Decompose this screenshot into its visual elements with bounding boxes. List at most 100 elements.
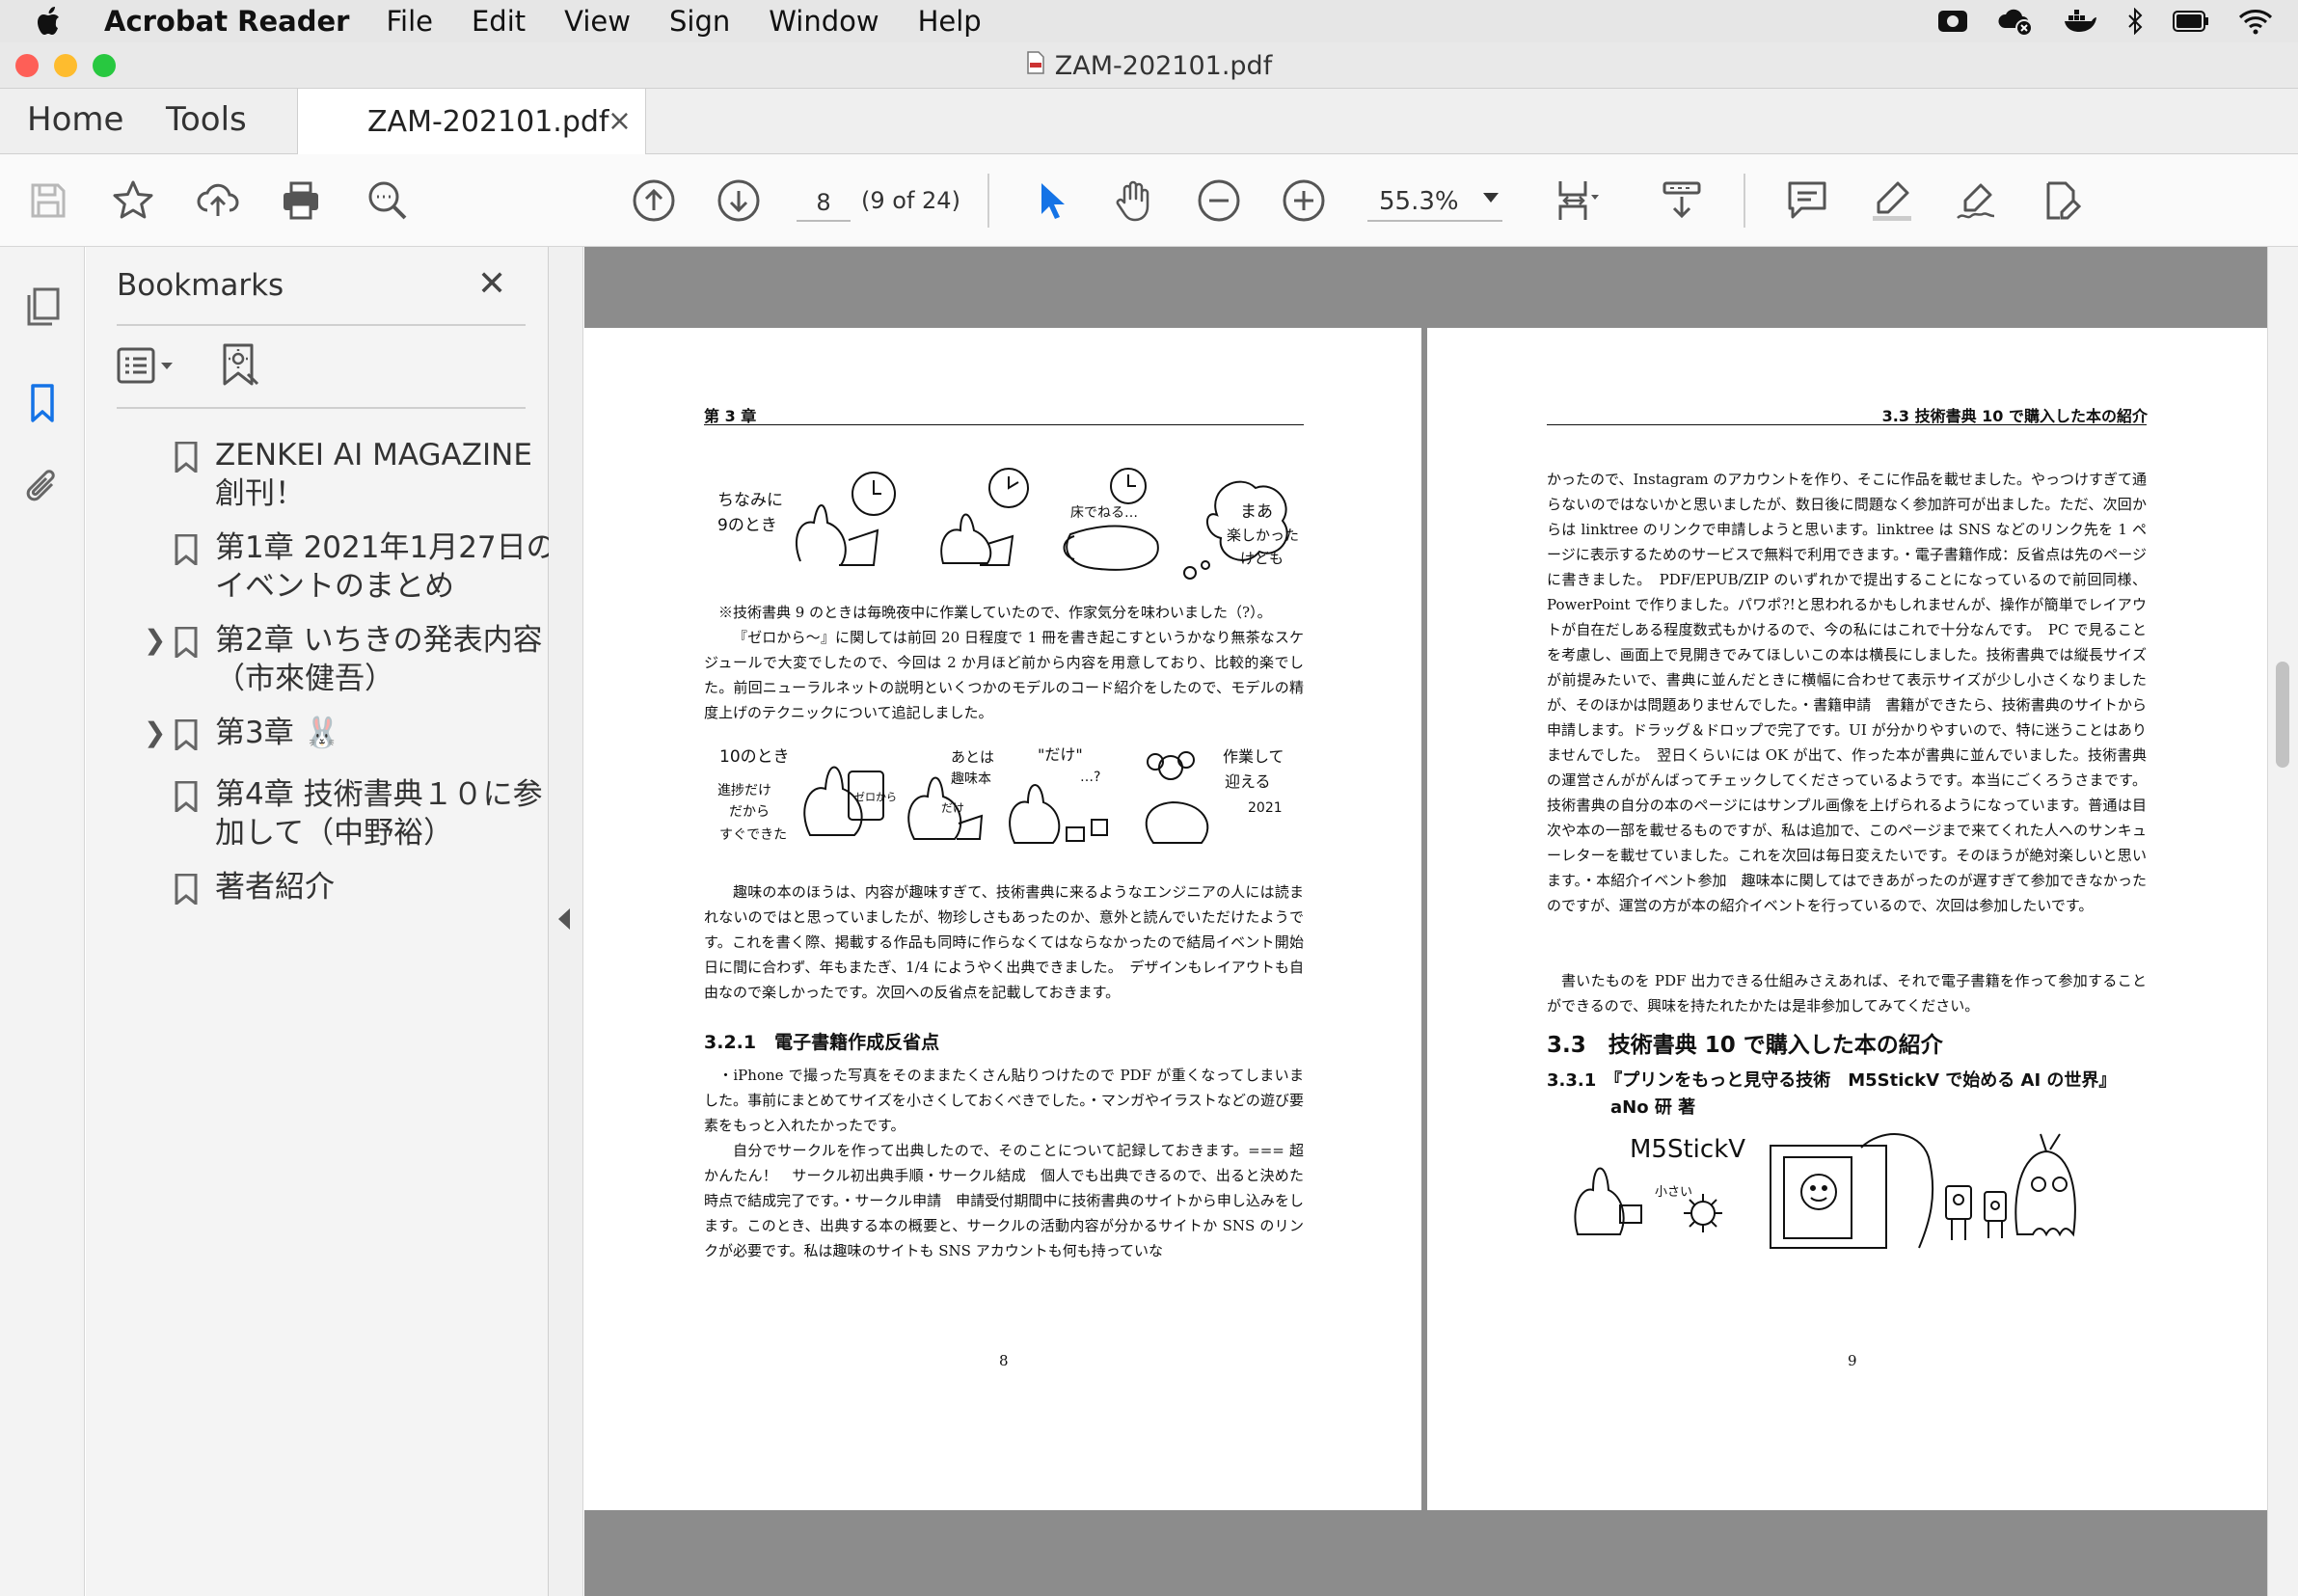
bookmark-flag-icon — [175, 781, 198, 812]
tab-home[interactable]: Home — [27, 100, 123, 139]
panel-splitter[interactable] — [549, 247, 583, 1596]
wifi-status-icon[interactable] — [2238, 8, 2273, 35]
doodle-text: 床でねる… — [1070, 505, 1138, 521]
bookmark-label: 第3章 🐰 — [215, 716, 341, 750]
bookmark-label: 第1章 2021年1月27日のイベントのまとめ — [215, 530, 556, 604]
bookmark-item[interactable]: 著者紹介 — [144, 868, 568, 910]
menu-window[interactable]: Window — [769, 5, 879, 38]
scroll-mode-icon[interactable] — [1657, 176, 1707, 226]
bookmark-label: 第2章 いちきの発表内容（市來健吾） — [215, 623, 543, 696]
running-header: 第 3 章 — [704, 407, 757, 425]
page-fit-icon[interactable] — [1553, 176, 1603, 226]
vertical-scrollbar[interactable] — [2267, 247, 2298, 1596]
document-viewport[interactable]: 第 3 章 ちなみに 9のとき 床でねる… まあ 楽しかった けども ※技術書典… — [584, 247, 2267, 1596]
doodle-text: だけ — [941, 801, 964, 815]
star-icon[interactable] — [108, 176, 158, 226]
toolbar: 8 (9 of 24) 55.3% — [0, 154, 2298, 247]
app-menu[interactable]: Acrobat Reader — [104, 5, 349, 38]
bookmark-panel-icon[interactable] — [21, 382, 64, 424]
page-number: 8 — [999, 1352, 1009, 1369]
doodle-text: 小さい — [1655, 1185, 1692, 1200]
apple-icon[interactable] — [21, 0, 79, 42]
bookmark-label: 第4章 技術書典１０に参加して（中野裕） — [215, 777, 543, 851]
bookmark-label: 著者紹介 — [215, 870, 335, 905]
macos-menubar: Acrobat Reader File Edit View Sign Windo… — [0, 0, 2298, 42]
close-tab-icon[interactable]: × — [608, 104, 632, 138]
save-icon[interactable] — [23, 176, 73, 226]
bookmark-options-icon[interactable] — [117, 343, 184, 392]
doodle-text: M5StickV — [1630, 1135, 1745, 1164]
menu-help[interactable]: Help — [918, 5, 982, 38]
zoom-out-icon[interactable] — [1194, 176, 1244, 226]
subsection-author: aNo 研 著 — [1610, 1097, 1696, 1118]
camera-status-icon[interactable] — [1937, 8, 1968, 35]
print-icon[interactable] — [276, 176, 326, 226]
left-rail — [0, 247, 85, 1596]
bookmarks-panel: Bookmarks ✕ ZENKEI AI MAGAZINE 創刊！ 第1章 2… — [86, 247, 556, 1596]
doodle-text: 楽しかった — [1227, 527, 1299, 544]
header-rule — [704, 424, 1304, 425]
scrollbar-thumb[interactable] — [2276, 662, 2289, 768]
tab-bar: Home Tools ZAM-202101.pdf × — [0, 89, 2298, 155]
page-up-icon[interactable] — [629, 176, 679, 226]
bookmark-item[interactable]: ❯ 第3章 🐰 — [144, 714, 568, 756]
doodle-text: けども — [1240, 550, 1284, 567]
sign-icon[interactable] — [1952, 176, 2002, 226]
menu-view[interactable]: View — [564, 5, 631, 38]
zoom-level-select[interactable]: 55.3% — [1367, 181, 1502, 222]
body-paragraph: ※技術書典 9 のときは毎晩夜中に作業していたので、作家気分を味わいました（?）… — [718, 604, 1272, 621]
tab-document-label: ZAM-202101.pdf — [367, 105, 609, 139]
subsection-heading: 3.3.1 『プリンをもっと見守る技術 M5StickV で始める AI の世界… — [1547, 1070, 2117, 1091]
close-icon[interactable]: ✕ — [477, 264, 506, 304]
hand-icon[interactable] — [1109, 176, 1159, 226]
upload-icon[interactable] — [193, 176, 243, 226]
bookmarks-title: Bookmarks — [117, 268, 284, 303]
bluetooth-status-icon[interactable] — [2126, 8, 2144, 35]
doodle-text: 進捗だけ — [717, 783, 771, 798]
doodle-text: すぐできた — [719, 827, 787, 843]
select-arrow-icon[interactable] — [1026, 176, 1076, 226]
doodle-text: 作業して — [1223, 747, 1284, 766]
section-heading: 3.3 技術書典 10 で購入した本の紹介 — [1547, 1033, 1943, 1058]
tab-tools[interactable]: Tools — [166, 100, 247, 139]
attachments-icon[interactable] — [21, 465, 64, 507]
new-bookmark-icon[interactable] — [219, 341, 267, 393]
doodle-text: 10のとき — [719, 747, 790, 767]
expand-chevron-icon[interactable]: ❯ — [144, 714, 166, 752]
window-title: ZAM-202101.pdf — [0, 42, 2298, 89]
pdf-page-right: 3.3 技術書典 10 で購入した本の紹介 かったので、Instagram のア… — [1427, 328, 2267, 1510]
cloud-status-icon[interactable] — [1997, 7, 2034, 36]
menu-file[interactable]: File — [386, 5, 433, 38]
bookmark-item[interactable]: ZENKEI AI MAGAZINE 創刊！ — [144, 436, 568, 513]
bookmark-item[interactable]: ❯ 第2章 いちきの発表内容（市來健吾） — [144, 621, 568, 698]
doodle-text: "だけ" — [1038, 745, 1083, 764]
body-paragraph: 書いたものを PDF 出力できる仕組みさえあれば、それで電子書籍を作って参加する… — [1547, 972, 2147, 1014]
page-number-input[interactable]: 8 — [797, 183, 851, 222]
bookmark-flag-icon — [175, 719, 198, 750]
zoom-in-icon[interactable] — [1279, 176, 1329, 226]
fill-sign-icon[interactable] — [2037, 176, 2087, 226]
bookmark-item[interactable]: 第1章 2021年1月27日のイベントのまとめ — [144, 528, 568, 606]
running-header: 3.3 技術書典 10 で購入した本の紹介 — [1881, 407, 2148, 425]
body-paragraph: 自分でサークルを作って出典したので、そのことについて記録しておきます。=== 超… — [704, 1142, 1304, 1259]
page-count-label: (9 of 24) — [861, 187, 960, 214]
search-zoom-icon[interactable] — [363, 176, 413, 226]
collapse-panel-icon[interactable] — [558, 908, 570, 930]
zoom-dropdown-caret[interactable] — [1483, 193, 1499, 203]
comment-icon[interactable] — [1782, 176, 1832, 226]
doodle-text: ちなみに — [717, 491, 783, 510]
menu-sign[interactable]: Sign — [669, 5, 730, 38]
page-thumbnails-icon[interactable] — [21, 285, 64, 328]
battery-status-icon[interactable] — [2173, 10, 2209, 33]
highlight-icon[interactable] — [1867, 176, 1917, 226]
doodle-text: ゼロから — [854, 791, 897, 803]
docker-status-icon[interactable] — [2063, 8, 2097, 35]
bookmark-item[interactable]: 第4章 技術書典１０に参加して（中野裕） — [144, 775, 568, 852]
divider — [117, 407, 526, 409]
doodle-illustration: M5StickV 小さい — [1572, 1128, 2131, 1254]
page-down-icon[interactable] — [714, 176, 764, 226]
tab-document[interactable]: ZAM-202101.pdf × — [297, 89, 646, 155]
menu-edit[interactable]: Edit — [472, 5, 526, 38]
expand-chevron-icon[interactable]: ❯ — [144, 621, 166, 660]
window-title-text: ZAM-202101.pdf — [1054, 50, 1273, 81]
